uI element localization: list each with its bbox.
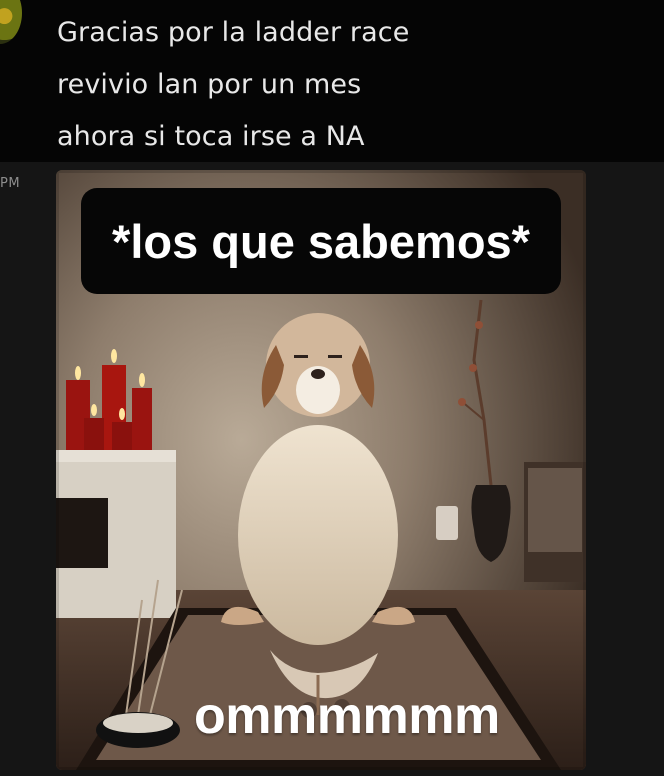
meme-top-caption-box: *los que sabemos* — [81, 188, 561, 294]
message-line-2: revivio lan por un mes — [57, 69, 362, 100]
chat-view: Gracias por la ladder race revivio lan p… — [0, 0, 664, 776]
message-line-1: Gracias por la ladder race — [57, 17, 410, 48]
message-block: Gracias por la ladder race revivio lan p… — [0, 0, 664, 162]
user-avatar[interactable] — [0, 0, 22, 44]
username-fragment — [140, 0, 158, 6]
message-timestamp: PM — [0, 176, 21, 191]
fireplace — [56, 450, 176, 618]
meme-image-attachment[interactable]: *los que sabemos* ommmmmm — [56, 170, 586, 770]
meme-top-caption: *los que sabemos* — [112, 215, 530, 268]
message-line-3: ahora si toca irse a NA — [57, 121, 365, 152]
meme-bottom-caption: ommmmmm — [194, 687, 500, 745]
